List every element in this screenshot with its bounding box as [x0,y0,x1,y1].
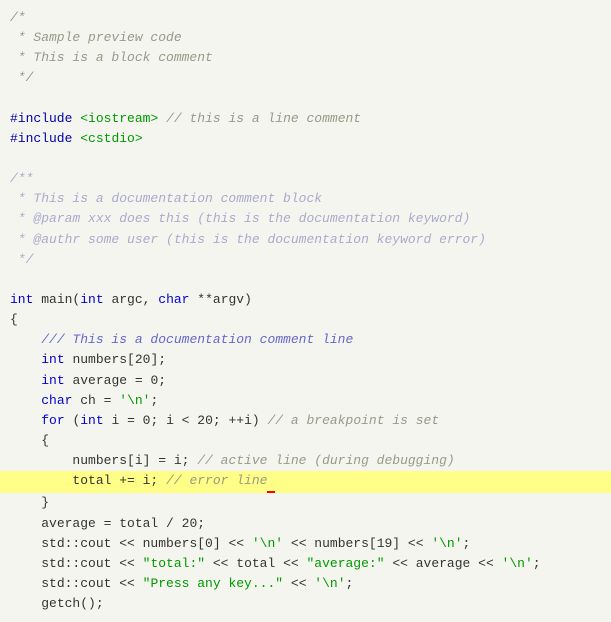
code-line-5 [0,89,611,109]
code-line-25: } [0,493,611,513]
code-line-18: int numbers[20]; [0,350,611,370]
code-editor: /* * Sample preview code * This is a blo… [0,0,611,622]
code-line-10: * This is a documentation comment block [0,189,611,209]
code-line-23: numbers[i] = i; // active line (during d… [0,451,611,471]
code-line-3: * This is a block comment [0,48,611,68]
code-line-9: /** [0,169,611,189]
code-line-15: int main(int argc, char **argv) [0,290,611,310]
code-line-11: * @param xxx does this (this is the docu… [0,209,611,229]
code-line-28: std::cout << "total:" << total << "avera… [0,554,611,574]
code-line-20: char ch = '\n'; [0,391,611,411]
code-line-4: */ [0,68,611,88]
code-line-29: std::cout << "Press any key..." << '\n'; [0,574,611,594]
code-line-13: */ [0,250,611,270]
code-line-19: int average = 0; [0,371,611,391]
code-line-12: * @authr some user (this is the document… [0,230,611,250]
code-line-8 [0,149,611,169]
code-line-6: #include <iostream> // this is a line co… [0,109,611,129]
code-line-17: /// This is a documentation comment line [0,330,611,350]
code-line-1: /* [0,8,611,28]
code-line-30: getch(); [0,594,611,614]
code-line-7: #include <cstdio> [0,129,611,149]
code-line-2: * Sample preview code [0,28,611,48]
code-line-22: { [0,431,611,451]
code-line-14 [0,270,611,290]
code-line-27: std::cout << numbers[0] << '\n' << numbe… [0,534,611,554]
code-line-24: total += i; // error line [0,471,611,493]
code-line-16: { [0,310,611,330]
code-line-26: average = total / 20; [0,514,611,534]
code-line-21: for (int i = 0; i < 20; ++i) // a breakp… [0,411,611,431]
